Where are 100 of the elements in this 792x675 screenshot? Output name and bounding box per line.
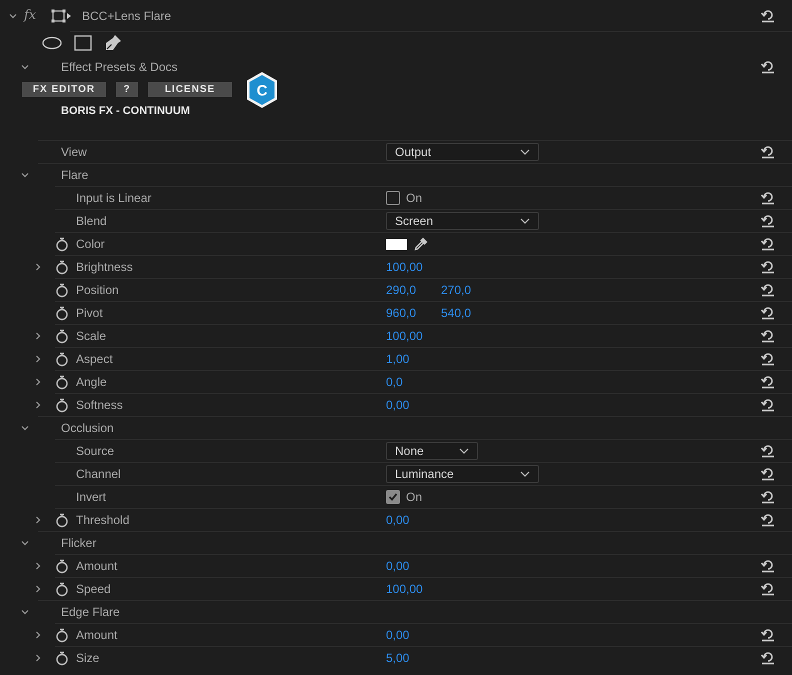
chevron-right-icon[interactable] xyxy=(33,354,43,364)
reset-icon[interactable] xyxy=(760,582,776,596)
chevron-right-icon[interactable] xyxy=(33,330,43,340)
preset-button[interactable]: FX EDITOR xyxy=(22,82,106,97)
number-value[interactable]: 0,00 xyxy=(386,557,441,575)
caret-icon xyxy=(520,218,530,224)
param-label: Pivot xyxy=(76,306,103,320)
chevron-right-icon[interactable] xyxy=(33,630,43,640)
reset-icon[interactable] xyxy=(760,60,776,74)
reset-icon[interactable] xyxy=(760,260,776,274)
param-label: Speed xyxy=(76,582,111,596)
effect-title: BCC+Lens Flare xyxy=(82,8,172,24)
stopwatch-icon[interactable] xyxy=(55,558,69,574)
caret-icon xyxy=(459,448,469,454)
pen-icon[interactable] xyxy=(104,34,122,52)
reset-icon[interactable] xyxy=(760,490,776,504)
checkbox[interactable] xyxy=(386,490,400,504)
param-label: Blend xyxy=(76,214,107,228)
param-label: Size xyxy=(76,651,100,665)
preset-button[interactable]: ? xyxy=(116,82,138,97)
number-value[interactable]: 0,00 xyxy=(386,626,441,644)
dropdown[interactable]: None xyxy=(386,442,478,460)
stopwatch-icon[interactable] xyxy=(55,650,69,666)
stopwatch-icon[interactable] xyxy=(55,352,69,366)
param-label: Color xyxy=(76,237,105,251)
dropdown[interactable]: Screen xyxy=(386,212,539,230)
param-label: Channel xyxy=(76,467,121,481)
number-value[interactable]: 0,0 xyxy=(386,373,441,391)
chevron-right-icon[interactable] xyxy=(33,514,43,524)
reset-icon[interactable] xyxy=(760,191,776,205)
number-value[interactable]: 960,0 xyxy=(386,304,441,322)
number-value[interactable]: 540,0 xyxy=(441,304,496,322)
reset-icon[interactable] xyxy=(760,628,776,642)
rectangle-mask-icon[interactable] xyxy=(74,35,92,51)
param-label: Input is Linear xyxy=(76,191,152,205)
reset-icon[interactable] xyxy=(760,513,776,527)
reset-icon[interactable] xyxy=(760,237,776,251)
number-value[interactable]: 0,00 xyxy=(386,511,441,529)
reset-icon[interactable] xyxy=(760,651,776,665)
stopwatch-icon[interactable] xyxy=(55,328,69,344)
number-value[interactable]: 270,0 xyxy=(441,281,496,299)
eyedropper-icon[interactable] xyxy=(413,236,429,252)
reset-icon[interactable] xyxy=(760,398,776,412)
chevron-down-icon[interactable] xyxy=(8,11,18,21)
stopwatch-icon[interactable] xyxy=(55,398,69,412)
ellipse-mask-icon[interactable] xyxy=(42,36,62,50)
param-label: Aspect xyxy=(76,352,113,366)
color-swatch[interactable] xyxy=(386,238,407,250)
preset-button[interactable]: LICENSE xyxy=(148,82,232,97)
reset-icon[interactable] xyxy=(760,329,776,343)
stopwatch-icon[interactable] xyxy=(55,582,69,596)
number-value[interactable]: 100,00 xyxy=(386,258,441,276)
reset-icon[interactable] xyxy=(760,145,776,159)
chevron-right-icon[interactable] xyxy=(33,560,43,570)
number-value[interactable]: 0,00 xyxy=(386,396,441,414)
number-value[interactable]: 100,00 xyxy=(386,580,441,598)
param-label: Position xyxy=(76,283,119,297)
section-label: Effect Presets & Docs xyxy=(61,58,178,76)
fx-icon: fx xyxy=(24,6,44,26)
stopwatch-icon[interactable] xyxy=(55,282,69,298)
param-label: Invert xyxy=(76,490,106,504)
param-label: Amount xyxy=(76,559,118,573)
checkbox[interactable] xyxy=(386,191,400,205)
checkbox-label: On xyxy=(406,489,422,506)
dropdown[interactable]: Output xyxy=(386,143,539,161)
reset-icon[interactable] xyxy=(760,306,776,320)
stopwatch-icon[interactable] xyxy=(55,512,69,528)
number-value[interactable]: 1,00 xyxy=(386,350,441,368)
number-value[interactable]: 5,00 xyxy=(386,649,441,667)
chevron-right-icon[interactable] xyxy=(33,652,43,662)
param-label: Scale xyxy=(76,329,106,343)
number-value[interactable]: 100,00 xyxy=(386,327,441,345)
param-label: Amount xyxy=(76,628,118,642)
reset-icon[interactable] xyxy=(760,559,776,573)
stopwatch-icon[interactable] xyxy=(55,306,69,320)
reset-icon[interactable] xyxy=(760,375,776,389)
dropdown[interactable]: Luminance xyxy=(386,465,539,483)
chevron-right-icon[interactable] xyxy=(33,400,43,410)
continuum-logo: C xyxy=(245,71,279,109)
reset-icon[interactable] xyxy=(760,467,776,481)
stopwatch-icon[interactable] xyxy=(55,236,69,252)
stopwatch-icon[interactable] xyxy=(55,374,69,390)
number-value[interactable]: 290,0 xyxy=(386,281,441,299)
reset-icon[interactable] xyxy=(760,352,776,366)
reset-icon[interactable] xyxy=(760,283,776,297)
chevron-right-icon[interactable] xyxy=(33,584,43,594)
param-label: Source xyxy=(76,444,114,458)
brand-text: BORIS FX - CONTINUUM xyxy=(61,104,191,119)
section-label: Edge Flare xyxy=(61,605,120,619)
stopwatch-icon[interactable] xyxy=(55,628,69,642)
param-label: Brightness xyxy=(76,260,133,274)
chevron-right-icon[interactable] xyxy=(33,376,43,386)
section-label: Occlusion xyxy=(61,421,114,435)
section-label: Flare xyxy=(61,168,88,182)
stopwatch-icon[interactable] xyxy=(55,260,69,274)
chevron-right-icon[interactable] xyxy=(33,262,43,272)
reset-icon[interactable] xyxy=(760,214,776,228)
reset-icon[interactable] xyxy=(760,444,776,458)
transform-icon[interactable] xyxy=(50,8,72,24)
reset-icon[interactable] xyxy=(760,8,776,22)
